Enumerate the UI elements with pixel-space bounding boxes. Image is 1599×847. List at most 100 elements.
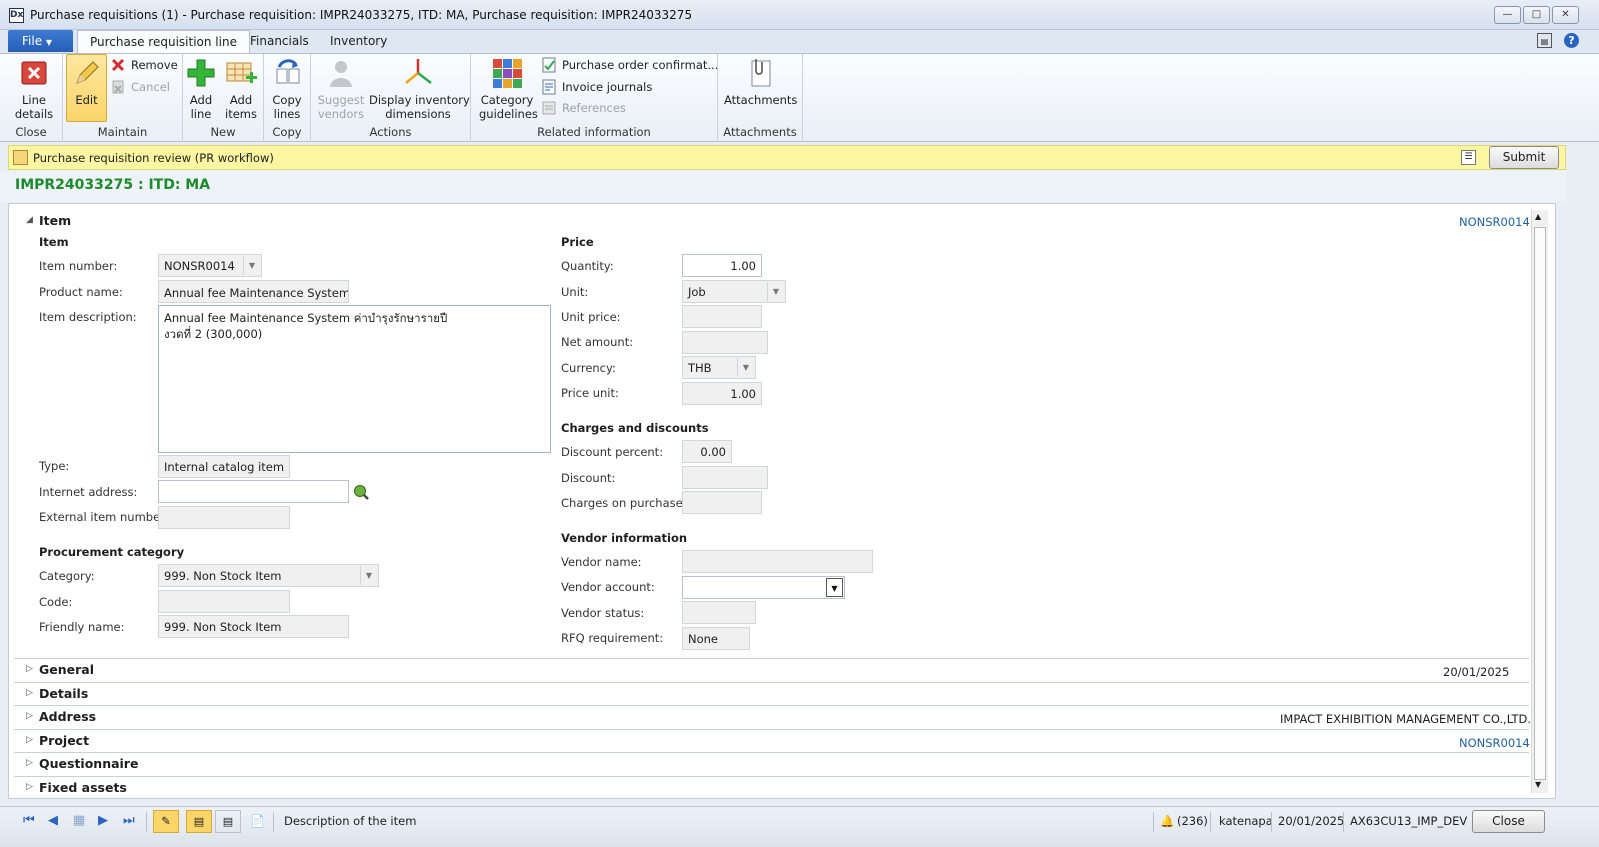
unit-price-field bbox=[682, 305, 762, 328]
fasttab-divider bbox=[14, 776, 1529, 777]
vendor-status-label: Vendor status: bbox=[561, 606, 645, 620]
vertical-scrollbar[interactable]: ▲ ▼ bbox=[1531, 210, 1548, 793]
vendor-name-field bbox=[682, 550, 873, 573]
triangle-collapsed-icon: ▷ bbox=[26, 664, 33, 674]
invoice-journals-button[interactable]: Invoice journals bbox=[541, 78, 652, 96]
line-details-button[interactable]: Line details bbox=[10, 57, 58, 121]
fasttab-item-label: Item bbox=[39, 213, 72, 228]
notification-count[interactable]: (236) bbox=[1177, 814, 1208, 828]
add-line-button[interactable]: Add line bbox=[185, 57, 217, 121]
cancel-button[interactable]: Cancel bbox=[110, 78, 170, 96]
fasttab-general[interactable]: ▷ General bbox=[26, 662, 94, 677]
grid-view-icon[interactable]: ▤ bbox=[215, 810, 241, 833]
friendly-name-field: 999. Non Stock Item bbox=[158, 615, 349, 638]
dropdown-arrow-icon[interactable]: ▼ bbox=[767, 282, 784, 301]
vendor-account-label: Vendor account: bbox=[561, 580, 655, 594]
close-red-icon bbox=[18, 57, 50, 89]
fasttab-divider bbox=[14, 658, 1529, 659]
plus-green-icon bbox=[185, 57, 217, 89]
details-view-icon[interactable]: ▤ bbox=[186, 810, 212, 833]
code-label: Code: bbox=[39, 595, 73, 609]
status-separator bbox=[1271, 812, 1272, 832]
invoice-journal-icon bbox=[541, 79, 557, 95]
layout-icon[interactable]: ▤ bbox=[1537, 33, 1552, 48]
category-label: Category: bbox=[39, 569, 95, 583]
quantity-field[interactable]: 1.00 bbox=[682, 254, 762, 277]
scroll-down-arrow-icon[interactable]: ▼ bbox=[1535, 780, 1541, 789]
status-environment: AX63CU13_IMP_DEV bbox=[1350, 814, 1468, 828]
edit-button[interactable]: Edit bbox=[66, 57, 107, 107]
references-button[interactable]: References bbox=[541, 99, 626, 117]
form-content: ◢ Item NONSR0014 Item Item number: NONSR… bbox=[8, 203, 1556, 799]
tab-inventory[interactable]: Inventory bbox=[318, 30, 399, 54]
record-list-icon[interactable]: ▦ bbox=[73, 813, 85, 828]
bell-icon[interactable]: 🔔 bbox=[1160, 814, 1174, 828]
fasttab-fixed-assets-label: Fixed assets bbox=[39, 780, 127, 795]
last-record-icon[interactable]: ⏭ bbox=[123, 813, 135, 828]
close-window-button[interactable]: ✕ bbox=[1552, 6, 1579, 24]
fasttab-details[interactable]: ▷ Details bbox=[26, 686, 88, 701]
vendor-account-field[interactable]: ▼ bbox=[682, 576, 845, 599]
scroll-up-arrow-icon[interactable]: ▲ bbox=[1535, 212, 1541, 221]
product-name-field[interactable]: Annual fee Maintenance System ค่ bbox=[158, 280, 349, 303]
scrollbar-thumb[interactable] bbox=[1534, 227, 1546, 780]
previous-record-icon[interactable]: ◀ bbox=[48, 813, 58, 828]
window-title: Purchase requisitions (1) - Purchase req… bbox=[30, 8, 693, 22]
tab-financials[interactable]: Financials bbox=[238, 30, 321, 54]
display-inventory-dimensions-button[interactable]: Display inventory dimensions bbox=[369, 57, 470, 121]
unit-field[interactable]: Job ▼ bbox=[682, 280, 786, 303]
first-record-icon[interactable]: ⏮ bbox=[23, 813, 35, 828]
maximize-button[interactable]: □ bbox=[1523, 6, 1550, 24]
type-label: Type: bbox=[39, 459, 70, 473]
grid-add-icon bbox=[225, 57, 257, 89]
fasttab-questionnaire[interactable]: ▷ Questionnaire bbox=[26, 756, 138, 771]
ribbon-group-copy: Copy lines Copy bbox=[264, 54, 311, 142]
close-group-label: Close bbox=[15, 125, 47, 139]
add-items-button[interactable]: Add items bbox=[223, 57, 259, 121]
workflow-history-icon[interactable]: ☰ bbox=[1461, 150, 1476, 165]
currency-value: THB bbox=[688, 361, 712, 375]
fasttab-fixed-assets[interactable]: ▷ Fixed assets bbox=[26, 780, 127, 795]
submit-button[interactable]: Submit bbox=[1489, 146, 1559, 169]
dropdown-arrow-icon[interactable]: ▼ bbox=[360, 566, 377, 585]
help-icon[interactable]: ? bbox=[1564, 33, 1579, 48]
purchase-order-confirmations-button[interactable]: Purchase order confirmat... bbox=[541, 56, 718, 74]
browse-globe-icon[interactable] bbox=[353, 484, 369, 500]
workflow-bar: Purchase requisition review (PR workflow… bbox=[8, 145, 1566, 170]
app-icon: Dx bbox=[9, 8, 24, 23]
category-field[interactable]: 999. Non Stock Item ▼ bbox=[158, 564, 379, 587]
tab-purchase-requisition-line[interactable]: Purchase requisition line bbox=[77, 30, 250, 54]
minimize-button[interactable]: — bbox=[1494, 6, 1521, 24]
friendly-name-label: Friendly name: bbox=[39, 620, 125, 634]
vendor-name-label: Vendor name: bbox=[561, 555, 642, 569]
fasttab-item[interactable]: ◢ Item bbox=[26, 213, 72, 228]
internet-address-field[interactable] bbox=[158, 480, 349, 503]
edit-mode-pencil-icon[interactable]: ✎ bbox=[153, 810, 179, 833]
rfq-requirement-field: None bbox=[682, 627, 750, 650]
copy-lines-button[interactable]: Copy lines bbox=[270, 57, 304, 121]
rfq-requirement-label: RFQ requirement: bbox=[561, 631, 664, 645]
invoice-journals-label: Invoice journals bbox=[562, 80, 653, 94]
file-menu-button[interactable]: File ▼ bbox=[8, 30, 73, 52]
item-group-title: Item bbox=[39, 235, 69, 249]
suggest-vendors-button[interactable]: Suggest vendors bbox=[317, 57, 365, 121]
remove-button[interactable]: Remove bbox=[110, 56, 178, 74]
dropdown-arrow-icon[interactable]: ▼ bbox=[737, 358, 754, 377]
fasttab-address[interactable]: ▷ Address bbox=[26, 709, 96, 724]
next-record-icon[interactable]: ▶ bbox=[98, 813, 108, 828]
currency-field[interactable]: THB ▼ bbox=[682, 356, 756, 379]
close-button[interactable]: Close bbox=[1472, 810, 1545, 833]
category-guidelines-button[interactable]: Category guidelines bbox=[479, 57, 538, 121]
fasttab-project[interactable]: ▷ Project bbox=[26, 733, 90, 748]
external-item-number-label: External item number: bbox=[39, 510, 169, 524]
item-description-textarea[interactable]: Annual fee Maintenance System ค่าบำรุงรั… bbox=[158, 305, 551, 453]
vendor-status-field bbox=[682, 601, 756, 624]
dropdown-arrow-icon[interactable]: ▼ bbox=[826, 578, 843, 597]
po-confirmations-label: Purchase order confirmat... bbox=[562, 58, 719, 72]
attachments-button[interactable]: Attachments bbox=[724, 57, 797, 107]
item-number-field[interactable]: NONSR0014 ▼ bbox=[158, 254, 262, 277]
dropdown-arrow-icon[interactable]: ▼ bbox=[243, 256, 260, 275]
ribbon-tab-strip: File ▼ Purchase requisition line Financi… bbox=[0, 30, 1599, 54]
fasttab-project-label: Project bbox=[39, 733, 90, 748]
document-icon[interactable]: 📄 bbox=[250, 814, 265, 828]
